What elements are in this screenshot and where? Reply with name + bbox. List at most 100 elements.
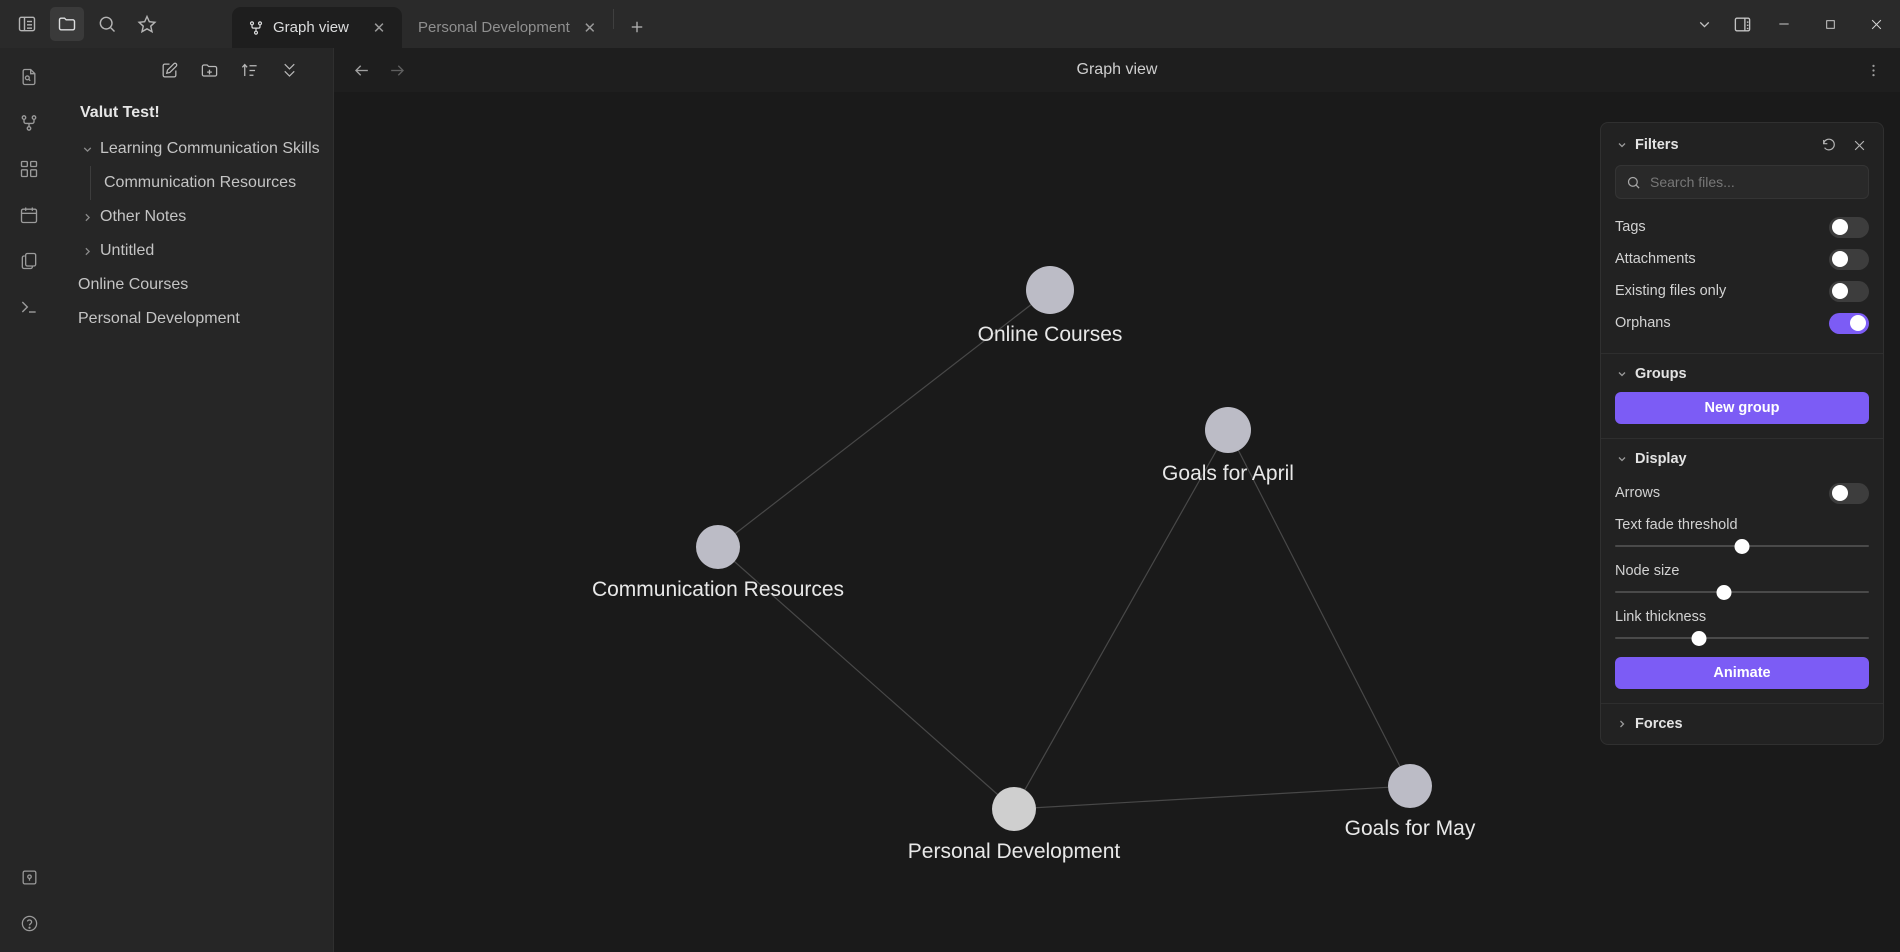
filters-header-actions — [1819, 135, 1869, 155]
node-size-label: Node size — [1615, 563, 1680, 579]
filter-row-tags: Tags — [1615, 211, 1869, 243]
close-icon[interactable] — [1849, 135, 1869, 155]
collapse-all-icon[interactable] — [275, 56, 303, 84]
text-fade-threshold-slider[interactable] — [1615, 537, 1869, 555]
graph-node[interactable] — [1388, 764, 1432, 808]
tab-personal-development[interactable]: Personal Development ✕ — [402, 7, 613, 48]
chevron-right-icon[interactable] — [1615, 717, 1629, 731]
obsidian-window: Graph view ✕ Personal Development ✕ Valu… — [0, 0, 1900, 952]
search-input[interactable] — [1650, 174, 1858, 190]
help-icon[interactable] — [12, 906, 46, 940]
canvas-icon[interactable] — [12, 152, 46, 186]
chevron-down-icon[interactable] — [78, 140, 96, 158]
slider-thumb[interactable] — [1691, 631, 1707, 646]
slider-thumb[interactable] — [1716, 585, 1732, 600]
node-size-slider[interactable] — [1615, 583, 1869, 601]
title-bar: Graph view ✕ Personal Development ✕ — [0, 0, 1900, 48]
forward-icon[interactable] — [382, 55, 412, 85]
new-tab-button[interactable] — [620, 10, 654, 44]
chevron-down-icon[interactable] — [1615, 138, 1629, 152]
graph-link — [717, 289, 1051, 548]
vault-icon[interactable] — [12, 860, 46, 894]
restore-default-icon[interactable] — [1819, 135, 1839, 155]
tab-bar: Graph view ✕ Personal Development ✕ — [164, 0, 1686, 48]
chevron-down-icon[interactable] — [1686, 6, 1722, 42]
tab-label: Graph view — [273, 19, 349, 36]
view-header: Graph view — [334, 48, 1900, 92]
tree-item-online-courses[interactable]: Online Courses — [58, 268, 333, 302]
tree-item-other-notes[interactable]: Other Notes — [58, 200, 333, 234]
search-icon[interactable] — [90, 7, 124, 41]
sort-icon[interactable] — [235, 56, 263, 84]
tab-close-icon[interactable]: ✕ — [579, 17, 601, 39]
chevron-down-icon[interactable] — [1615, 367, 1629, 381]
page-title: Graph view — [1076, 61, 1158, 78]
templates-icon[interactable] — [12, 244, 46, 278]
graph-node[interactable] — [1205, 407, 1251, 453]
arrows-toggle[interactable] — [1829, 482, 1869, 504]
new-group-button[interactable]: New group — [1615, 392, 1869, 424]
tags-toggle[interactable] — [1829, 216, 1869, 238]
tree-item-learning-communication-skills[interactable]: Learning Communication Skills — [58, 132, 333, 166]
window-buttons — [1686, 0, 1900, 48]
tree-item-label: Personal Development — [78, 310, 240, 327]
attachments-toggle[interactable] — [1829, 248, 1869, 270]
workspace: Valut Test! Learning Communication Skill… — [0, 48, 1900, 952]
filter-label: Attachments — [1615, 251, 1696, 267]
tree-item-personal-development[interactable]: Personal Development — [58, 302, 333, 336]
tree-item-label: Learning Communication Skills — [100, 140, 320, 157]
orphans-toggle[interactable] — [1829, 312, 1869, 334]
new-note-icon[interactable] — [155, 56, 183, 84]
filter-label: Existing files only — [1615, 283, 1727, 299]
terminal-icon[interactable] — [12, 290, 46, 324]
more-options-icon[interactable] — [1858, 55, 1888, 85]
tree-item-communication-resources[interactable]: Communication Resources — [58, 166, 333, 200]
graph-node[interactable] — [696, 525, 740, 569]
graph-link — [717, 546, 1015, 810]
graph-canvas[interactable]: Online Courses Goals for April Communicati… — [334, 92, 1900, 952]
toggle-right-sidebar-icon[interactable] — [1724, 6, 1760, 42]
chevron-down-icon[interactable] — [1615, 452, 1629, 466]
toggle-knob — [1832, 283, 1848, 299]
toggle-knob — [1832, 219, 1848, 235]
graph-node[interactable] — [1026, 266, 1074, 314]
quick-switcher-icon[interactable] — [12, 60, 46, 94]
folder-icon[interactable] — [50, 7, 84, 41]
toggle-knob — [1832, 251, 1848, 267]
tab-close-icon[interactable]: ✕ — [368, 17, 390, 39]
star-icon[interactable] — [130, 7, 164, 41]
display-section: Display Arrows Text fade threshold Node … — [1601, 439, 1883, 704]
tree-item-untitled[interactable]: Untitled — [58, 234, 333, 268]
search-files-box[interactable] — [1615, 165, 1869, 199]
toggle-knob — [1832, 485, 1848, 501]
groups-title: Groups — [1635, 366, 1687, 382]
file-tree: Valut Test! Learning Communication Skill… — [58, 92, 333, 336]
link-thickness-slider[interactable] — [1615, 629, 1869, 647]
graph-view-icon[interactable] — [12, 106, 46, 140]
close-button[interactable] — [1854, 0, 1898, 48]
toggle-left-sidebar-icon[interactable] — [10, 7, 44, 41]
forces-section: Forces — [1601, 704, 1883, 744]
chevron-right-icon[interactable] — [78, 208, 96, 226]
groups-header[interactable]: Groups — [1615, 366, 1869, 382]
display-header[interactable]: Display — [1615, 451, 1869, 467]
daily-note-icon[interactable] — [12, 198, 46, 232]
existing-files-only-toggle[interactable] — [1829, 280, 1869, 302]
new-folder-icon[interactable] — [195, 56, 223, 84]
forces-header[interactable]: Forces — [1615, 716, 1869, 732]
tab-graph-view[interactable]: Graph view ✕ — [232, 7, 402, 48]
minimize-button[interactable] — [1762, 0, 1806, 48]
graph-node[interactable] — [992, 787, 1036, 831]
vault-name: Valut Test! — [80, 104, 160, 121]
search-icon — [1626, 175, 1641, 190]
animate-button[interactable]: Animate — [1615, 657, 1869, 689]
filters-section: Filters Search files... Tags Attachments… — [1601, 123, 1883, 354]
nav-arrows — [346, 55, 412, 85]
display-row-arrows: Arrows — [1615, 477, 1869, 509]
display-title: Display — [1635, 451, 1687, 467]
slider-thumb[interactable] — [1734, 539, 1750, 554]
maximize-button[interactable] — [1808, 0, 1852, 48]
filters-header[interactable]: Filters — [1615, 135, 1869, 155]
back-icon[interactable] — [346, 55, 376, 85]
chevron-right-icon[interactable] — [78, 242, 96, 260]
